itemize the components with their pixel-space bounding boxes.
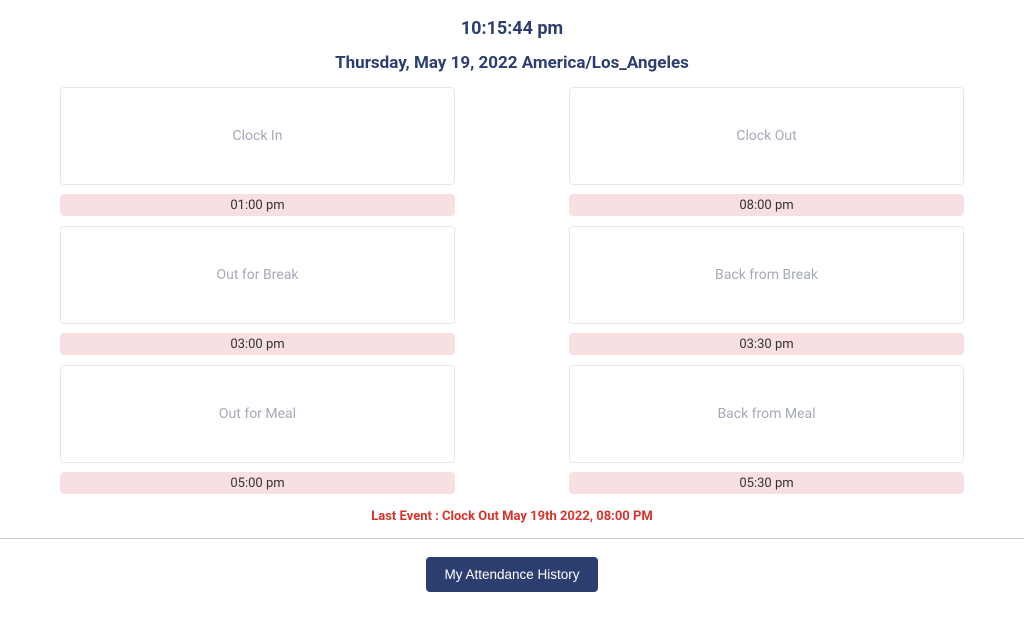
- clock-out-time: 08:00 pm: [569, 194, 964, 216]
- attendance-grid: Clock In 01:00 pm Clock Out 08:00 pm Out…: [8, 87, 1016, 494]
- attendance-history-button[interactable]: My Attendance History: [426, 557, 597, 592]
- out-for-meal-time: 05:00 pm: [60, 472, 455, 494]
- out-for-break-button[interactable]: Out for Break: [60, 226, 455, 324]
- back-from-break-time: 03:30 pm: [569, 333, 964, 355]
- section-divider: [0, 538, 1024, 539]
- last-event-label: Last Event : Clock Out May 19th 2022, 08…: [8, 509, 1016, 524]
- back-from-meal-button[interactable]: Back from Meal: [569, 365, 964, 463]
- clock-out-button[interactable]: Clock Out: [569, 87, 964, 185]
- current-date: Thursday, May 19, 2022 America/Los_Angel…: [8, 53, 1016, 73]
- clock-in-time: 01:00 pm: [60, 194, 455, 216]
- clock-in-button[interactable]: Clock In: [60, 87, 455, 185]
- back-from-break-button[interactable]: Back from Break: [569, 226, 964, 324]
- out-for-meal-button[interactable]: Out for Meal: [60, 365, 455, 463]
- back-from-meal-time: 05:30 pm: [569, 472, 964, 494]
- out-for-break-time: 03:00 pm: [60, 333, 455, 355]
- current-time: 10:15:44 pm: [8, 0, 1016, 39]
